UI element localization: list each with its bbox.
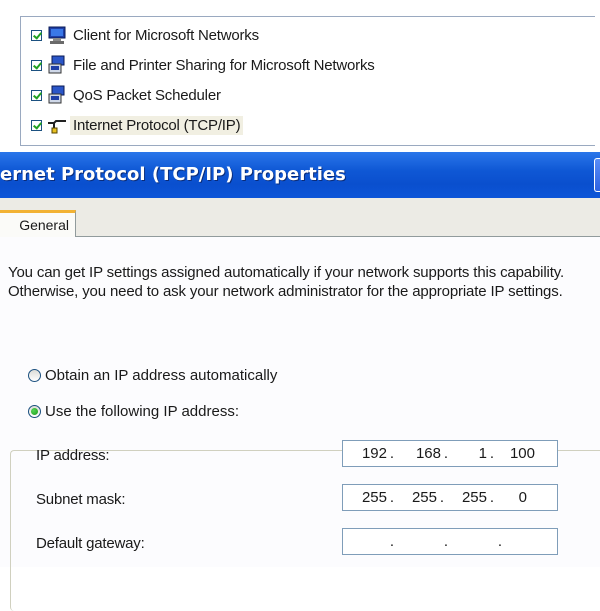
component-item-tcpip[interactable]: Internet Protocol (TCP/IP) [31,113,244,137]
ip-address-label: IP address: [36,447,110,464]
title-bar-button[interactable] [594,158,600,192]
ip-octet-4: 100 [509,445,535,462]
checkbox-client[interactable] [31,29,42,41]
radio-manual-label: Use the following IP address: [45,403,239,420]
component-label: File and Printer Sharing for Microsoft N… [73,56,375,74]
component-item-file-printer-sharing[interactable]: File and Printer Sharing for Microsoft N… [31,53,378,77]
tab-general-label: General [19,217,69,233]
ip-octet-2: 168 [415,445,441,462]
radio-manual-button[interactable] [28,405,41,418]
subnet-mask-label: Subnet mask: [36,491,126,508]
network-client-icon [47,25,67,45]
tab-general[interactable]: General [0,210,76,237]
network-protocol-icon [47,115,67,135]
dialog-title-bar[interactable]: ernet Protocol (TCP/IP) Properties [0,152,600,198]
dialog-title: ernet Protocol (TCP/IP) Properties [0,164,346,185]
radio-auto-label: Obtain an IP address automatically [45,367,278,384]
network-service-icon [47,55,67,75]
ip-octet-3: 1 [478,445,487,462]
component-item-client[interactable]: Client for Microsoft Networks [31,23,262,47]
radio-auto-button[interactable] [28,369,41,382]
radio-use-following[interactable]: Use the following IP address: [28,403,239,420]
default-gateway-label: Default gateway: [36,535,145,552]
radio-obtain-automatically[interactable]: Obtain an IP address automatically [28,367,277,384]
component-label: QoS Packet Scheduler [73,86,221,104]
subnet-mask-input[interactable]: 255 . 255 . 255 . 0 [342,484,558,511]
component-label: Internet Protocol (TCP/IP) [70,115,244,135]
checkbox-qos-scheduler[interactable] [31,89,42,101]
subnet-octet-3: 255 [461,489,487,506]
ip-address-input[interactable]: 192 . 168 . 1 . 100 [342,440,558,467]
network-service-icon [47,85,67,105]
network-components-area: Client for Microsoft Networks File and P… [0,0,600,152]
checkbox-file-printer-sharing[interactable] [31,59,42,71]
general-tab-panel: You can get IP settings assigned automat… [0,236,600,611]
subnet-octet-1: 255 [361,489,387,506]
subnet-octet-2: 255 [411,489,437,506]
tcpip-properties-dialog: General You can get IP settings assigned… [0,198,600,611]
network-components-list[interactable]: Client for Microsoft Networks File and P… [20,16,595,146]
component-label: Client for Microsoft Networks [73,26,259,44]
default-gateway-input[interactable]: . . . [342,528,558,555]
checkbox-tcpip[interactable] [31,119,42,131]
ip-octet-1: 192 [361,445,387,462]
subnet-octet-4: 0 [518,489,527,506]
component-item-qos-scheduler[interactable]: QoS Packet Scheduler [31,83,224,107]
description-text: You can get IP settings assigned automat… [8,264,565,300]
